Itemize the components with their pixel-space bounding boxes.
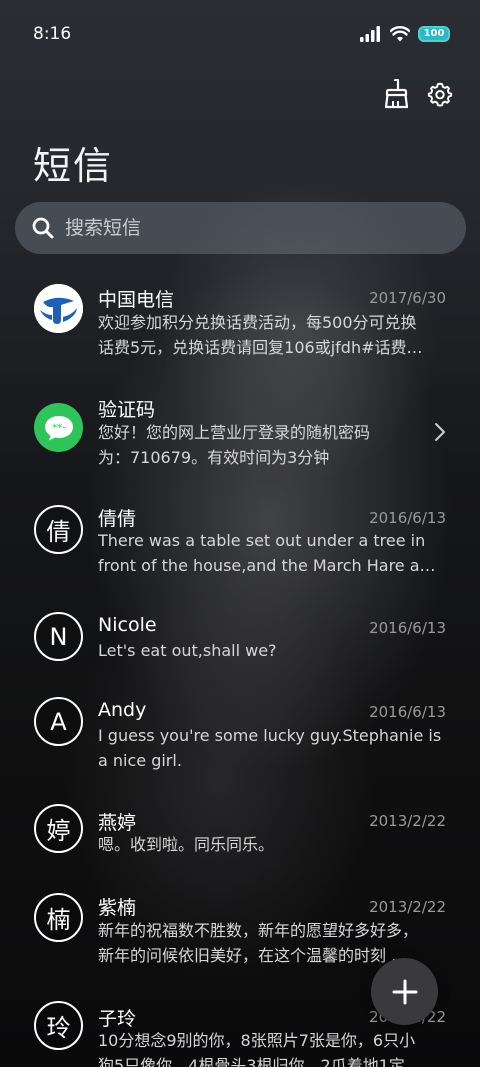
- search-input[interactable]: [65, 217, 425, 239]
- conversation-name: 燕婷: [98, 812, 137, 834]
- conversation-name: 子玲: [98, 1008, 137, 1030]
- preview-line: a nice girl.: [98, 751, 182, 770]
- settings-button[interactable]: [426, 78, 454, 110]
- conversation-date: 2017/6/30: [369, 289, 446, 307]
- conversation-name: Andy: [98, 699, 147, 721]
- status-time: 8:16: [33, 24, 72, 44]
- message-preview: Let's eat out,shall we?: [98, 638, 444, 663]
- avatar: 楠: [34, 893, 83, 942]
- avatar: 倩: [34, 505, 83, 554]
- list-item-verification-code[interactable]: **- 验证码 您好！您的网上营业厅登录的随机密码 为：710679。有效时间为…: [0, 380, 480, 490]
- new-message-button[interactable]: [371, 958, 438, 1025]
- preview-line: 嗯。收到啦。同乐同乐。: [98, 835, 275, 854]
- chevron-right-icon: [435, 423, 445, 441]
- list-item-qianqian[interactable]: 倩 倩倩 2016/6/13 There was a table set out…: [0, 490, 480, 600]
- conversation-date: 2013/2/22: [369, 812, 446, 830]
- clean-button[interactable]: [382, 78, 410, 110]
- preview-line: 您好！您的网上营业厅登录的随机密码: [98, 423, 371, 442]
- preview-line: 10分想念9别的你，8张照片7张是你，6只小: [98, 1031, 416, 1050]
- preview-line: There was a table set out under a tree i…: [98, 531, 426, 550]
- preview-line: 新年的祝福数不胜数，新年的愿望好多好多，: [98, 921, 419, 940]
- conversation-date: 2013/2/22: [369, 898, 446, 916]
- list-item-china-telecom[interactable]: 中国电信 2017/6/30 欢迎参加积分兑换话费活动，每500分可兑换 话费5…: [0, 270, 480, 380]
- message-preview: There was a table set out under a tree i…: [98, 528, 444, 578]
- broom-icon: [384, 79, 409, 109]
- conversation-name: 倩倩: [98, 508, 137, 530]
- plus-icon: [392, 979, 417, 1004]
- message-preview: 嗯。收到啦。同乐同乐。: [98, 832, 444, 857]
- conversation-name: 紫楠: [98, 897, 137, 919]
- list-item-yanting[interactable]: 婷 燕婷 2013/2/22 嗯。收到啦。同乐同乐。: [0, 800, 480, 890]
- preview-line: 为：710679。有效时间为3分钟: [98, 448, 330, 467]
- preview-line: 狗5只像你，4根骨头3根归你，2爪着地1定: [98, 1056, 405, 1067]
- conversation-date: 2016/6/13: [369, 509, 446, 527]
- avatar: 玲: [34, 1001, 83, 1050]
- conversation-date: 2016/6/13: [369, 619, 446, 637]
- preview-line: Let's eat out,shall we?: [98, 641, 277, 660]
- gear-icon: [427, 82, 453, 107]
- list-item-nicole[interactable]: N Nicole 2016/6/13 Let's eat out,shall w…: [0, 600, 480, 690]
- conversation-name: 验证码: [98, 399, 156, 421]
- preview-line: I guess you're some lucky guy.Stephanie …: [98, 726, 442, 745]
- battery-level: 100: [423, 28, 445, 39]
- search-icon: [32, 217, 54, 239]
- message-preview: 您好！您的网上营业厅登录的随机密码 为：710679。有效时间为3分钟: [98, 420, 418, 470]
- preview-line: front of the house,and the March Hare an…: [98, 556, 444, 575]
- conversation-name: Nicole: [98, 614, 157, 636]
- message-preview: I guess you're some lucky guy.Stephanie …: [98, 723, 444, 773]
- status-bar: 8:16 100: [0, 0, 480, 68]
- preview-line: 欢迎参加积分兑换话费活动，每500分可兑换: [98, 313, 417, 332]
- top-actions: [382, 78, 454, 110]
- status-icons: 100: [360, 26, 450, 42]
- list-item-andy[interactable]: A Andy 2016/6/13 I guess you're some luc…: [0, 690, 480, 800]
- chat-bubble-icon: **-: [34, 403, 83, 452]
- search-bar[interactable]: [15, 202, 466, 254]
- avatar: 婷: [34, 804, 83, 853]
- message-preview: 欢迎参加积分兑换话费活动，每500分可兑换 话费5元，兑换话费请回复106或jf…: [98, 310, 444, 360]
- avatar: N: [34, 612, 83, 661]
- wifi-icon: [390, 26, 410, 42]
- conversation-date: 2016/6/13: [369, 703, 446, 721]
- signal-icon: [360, 26, 380, 42]
- svg-text:**-: **-: [52, 422, 66, 433]
- battery-icon: 100: [418, 26, 450, 42]
- preview-line: 话费5元，兑换话费请回复106或jfdh#话费…: [98, 338, 423, 357]
- page-title: 短信: [33, 144, 114, 188]
- message-preview: 10分想念9别的你，8张照片7张是你，6只小 狗5只像你，4根骨头3根归你，2爪…: [98, 1028, 444, 1067]
- china-telecom-logo: [34, 284, 83, 333]
- conversation-name: 中国电信: [98, 289, 175, 311]
- avatar: A: [34, 697, 83, 746]
